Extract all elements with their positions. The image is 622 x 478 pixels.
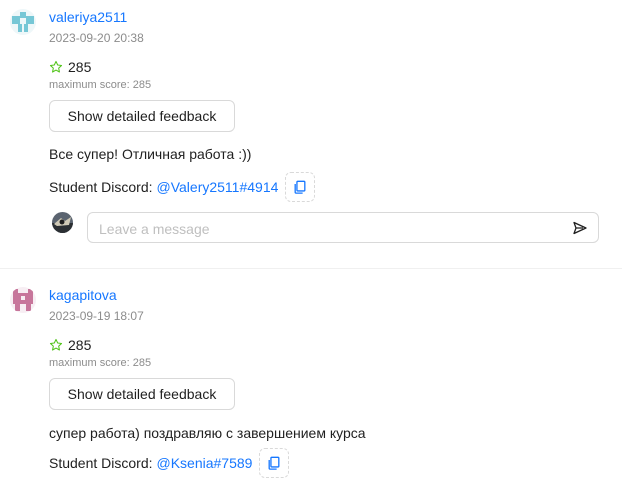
- current-user-avatar: [52, 212, 73, 233]
- discord-handle-link[interactable]: @Ksenia#7589: [157, 455, 253, 471]
- score-value: 285: [68, 337, 92, 353]
- max-score: maximum score: 285: [49, 79, 152, 91]
- star-icon: [49, 338, 63, 351]
- score: 285: [49, 59, 91, 75]
- divider: [0, 268, 622, 269]
- review-comment: Все супер! Отличная работа :)): [49, 146, 252, 162]
- show-feedback-button[interactable]: Show detailed feedback: [49, 100, 235, 132]
- user-avatar[interactable]: [10, 287, 36, 313]
- copy-icon: [268, 456, 280, 470]
- message-field[interactable]: [87, 212, 599, 244]
- username-link[interactable]: valeriya2511: [49, 9, 127, 25]
- score-value: 285: [68, 59, 92, 75]
- max-score: maximum score: 285: [49, 357, 152, 369]
- copy-icon: [294, 180, 306, 194]
- show-feedback-button[interactable]: Show detailed feedback: [49, 378, 235, 410]
- send-icon[interactable]: [572, 220, 588, 236]
- discord-label: Student Discord:: [49, 455, 153, 471]
- student-discord: Student Discord: @Valery2511#4914: [49, 172, 316, 202]
- review-comment: супер работа) поздравляю с завершением к…: [49, 425, 366, 441]
- discord-label: Student Discord:: [49, 179, 153, 195]
- timestamp: 2023-09-19 18:07: [49, 309, 144, 323]
- star-icon: [49, 60, 63, 73]
- timestamp: 2023-09-20 20:38: [49, 31, 144, 45]
- username-link[interactable]: kagapitova: [49, 287, 117, 303]
- user-avatar[interactable]: [10, 9, 36, 35]
- copy-button[interactable]: [285, 172, 316, 202]
- score: 285: [49, 337, 91, 353]
- discord-handle-link[interactable]: @Valery2511#4914: [157, 179, 279, 195]
- message-input[interactable]: [97, 213, 561, 244]
